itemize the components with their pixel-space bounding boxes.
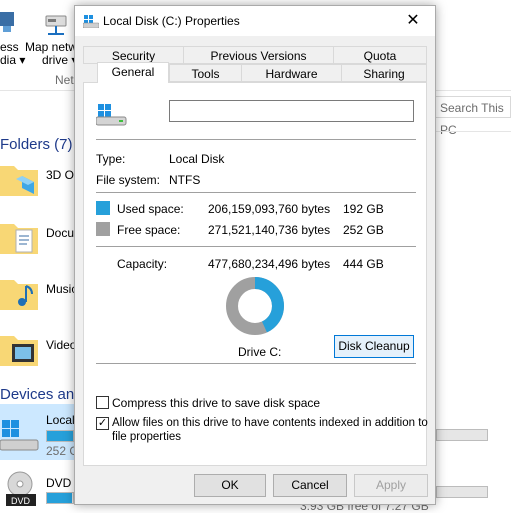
divider-capacity xyxy=(96,246,416,247)
compress-drive-label[interactable]: Compress this drive to save disk space xyxy=(112,396,320,410)
type-value: Local Disk xyxy=(169,152,225,166)
drive-icon xyxy=(96,104,127,126)
divider-top xyxy=(96,139,416,140)
used-space-swatch xyxy=(96,201,110,215)
media-icon[interactable] xyxy=(0,10,16,36)
dvd-drive-usage-fill xyxy=(47,493,73,503)
tab-quota[interactable]: Quota xyxy=(333,46,427,64)
local-disk-usage-fill xyxy=(47,431,73,441)
second-column-drive-bar xyxy=(436,429,488,441)
documents-folder-icon[interactable] xyxy=(0,218,40,258)
videos-folder-icon[interactable] xyxy=(0,330,40,370)
properties-dialog: Local Disk (C:) Properties ✕ Security Pr… xyxy=(74,5,436,505)
drive-name-input[interactable] xyxy=(169,100,414,122)
tab-general[interactable]: General xyxy=(97,62,169,83)
free-space-bytes: 271,521,140,736 bytes xyxy=(208,223,331,237)
music-folder-icon[interactable] xyxy=(0,274,40,314)
local-disk-label[interactable]: Local xyxy=(46,413,75,427)
capacity-bytes: 477,680,234,496 bytes xyxy=(208,257,331,271)
disk-usage-donut-chart xyxy=(226,277,284,335)
devices-section-header[interactable]: Devices and xyxy=(0,386,83,403)
folders-section-header[interactable]: Folders (7) xyxy=(0,136,73,153)
file-system-value: NTFS xyxy=(169,173,201,187)
close-icon[interactable]: ✕ xyxy=(391,6,435,36)
map-network-drive-icon[interactable] xyxy=(44,14,70,38)
used-space-bytes: 206,159,093,760 bytes xyxy=(208,202,331,216)
tab-tools[interactable]: Tools xyxy=(169,64,242,82)
column-divider xyxy=(435,131,511,132)
dialog-title: Local Disk (C:) Properties xyxy=(103,14,240,28)
3d-objects-folder-icon[interactable] xyxy=(0,160,40,200)
capacity-label: Capacity: xyxy=(117,257,168,271)
apply-button[interactable]: Apply xyxy=(354,474,428,497)
drive-caption: Drive C: xyxy=(238,345,282,359)
divider-bottom xyxy=(96,363,416,364)
tab-sharing[interactable]: Sharing xyxy=(341,64,427,82)
index-contents-checkbox[interactable]: ✓ xyxy=(96,417,109,430)
compress-drive-checkbox[interactable] xyxy=(96,396,109,409)
dvd-badge-text: DVD xyxy=(11,496,31,506)
folder-label-music[interactable]: Music xyxy=(46,282,77,296)
tab-hardware[interactable]: Hardware xyxy=(241,64,342,82)
local-disk-drive-icon[interactable] xyxy=(0,418,40,452)
used-space-label: Used space: xyxy=(117,202,184,216)
divider-middle xyxy=(96,192,416,193)
third-column-drive-bar xyxy=(436,486,488,498)
used-space-gb: 192 GB xyxy=(343,202,384,216)
file-system-label: File system: xyxy=(96,173,161,187)
free-space-gb: 252 GB xyxy=(343,223,384,237)
type-label: Type: xyxy=(96,152,126,166)
cancel-button[interactable]: Cancel xyxy=(273,474,347,497)
free-space-swatch xyxy=(96,222,110,236)
free-space-label: Free space: xyxy=(117,223,181,237)
capacity-gb: 444 GB xyxy=(343,257,384,271)
tab-previous-versions[interactable]: Previous Versions xyxy=(183,46,334,64)
disk-cleanup-button[interactable]: Disk Cleanup xyxy=(334,335,414,358)
network-group-label: Net xyxy=(55,73,74,87)
general-tab-panel: Type: Local Disk File system: NTFS Used … xyxy=(83,82,428,466)
folder-label-documents[interactable]: Docu xyxy=(46,226,74,240)
media-button-label-2[interactable]: dia ▾ xyxy=(0,54,25,67)
dialog-title-bar[interactable]: Local Disk (C:) Properties ✕ xyxy=(75,6,435,36)
index-contents-label[interactable]: Allow files on this drive to have conten… xyxy=(112,417,428,429)
ok-button[interactable]: OK xyxy=(194,474,266,497)
dvd-drive-usage-bar xyxy=(46,492,74,504)
search-input[interactable]: Search This PC xyxy=(435,96,511,137)
folder-label-videos[interactable]: Video xyxy=(46,338,76,352)
dvd-drive-label[interactable]: DVD xyxy=(46,476,71,490)
map-network-drive-label-2[interactable]: drive ▾ xyxy=(42,54,77,67)
local-disk-usage-bar xyxy=(46,430,74,442)
index-contents-label-line2[interactable]: file properties xyxy=(112,431,181,443)
drive-title-icon xyxy=(83,15,99,28)
